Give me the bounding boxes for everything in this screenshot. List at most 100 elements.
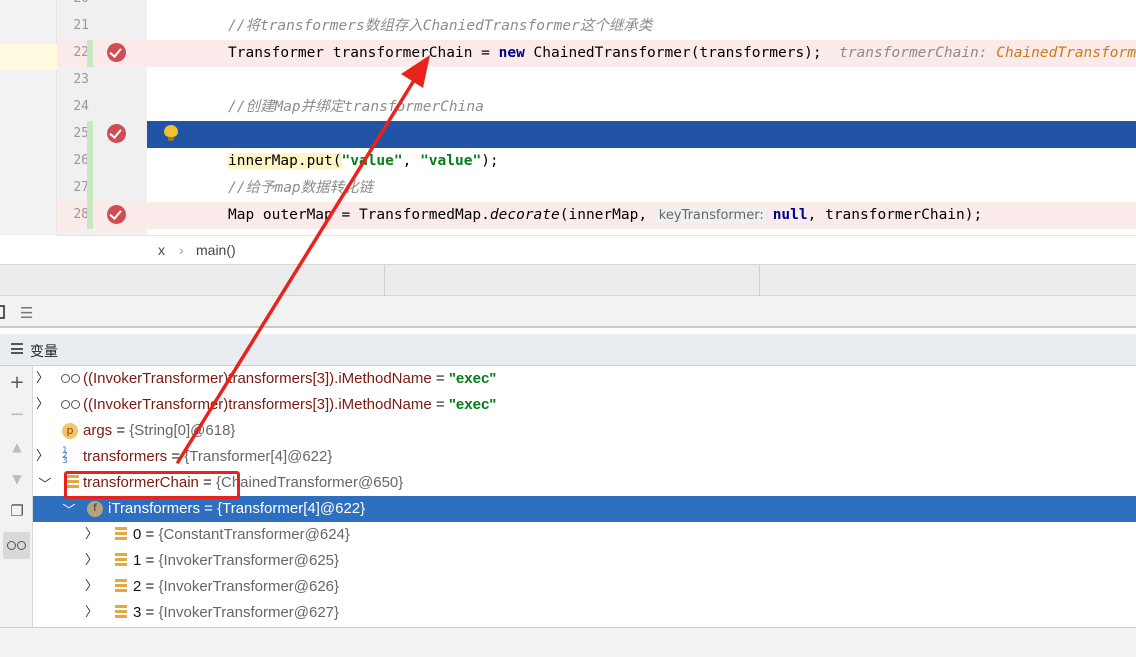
- collapse-arrow-icon[interactable]: 〉: [54, 503, 80, 517]
- gutter-line: 27: [57, 175, 147, 202]
- change-marker: [87, 202, 93, 229]
- watch-icon: [61, 400, 83, 410]
- object-icon: [115, 605, 127, 619]
- layout-icon[interactable]: ☰: [20, 304, 33, 322]
- lightbulb-icon[interactable]: [164, 125, 178, 142]
- variable-value: {Transformer[4]@622}: [217, 500, 366, 517]
- line-number: 20: [73, 0, 89, 6]
- change-marker: [87, 175, 93, 202]
- line-number: 24: [73, 99, 89, 114]
- debug-toolbar: ☰: [0, 296, 1136, 328]
- variables-title: 变量: [30, 343, 58, 359]
- variable-value: "exec": [448, 370, 497, 387]
- gutter-line: 21: [57, 13, 147, 40]
- move-down-icon[interactable]: ▼: [8, 470, 26, 488]
- variable-value: {Transformer[4]@622}: [184, 448, 333, 465]
- object-icon: [115, 579, 127, 593]
- parameter-icon: p: [62, 423, 78, 439]
- copy-icon[interactable]: ❐: [8, 502, 26, 520]
- gutter-line: 22: [57, 40, 147, 67]
- code-line: //给予map数据转化链: [228, 180, 374, 196]
- watch-row[interactable]: 〉 ((InvokerTransformer)transformers[3]).…: [33, 366, 1136, 392]
- variable-value: {String[0]@618}: [129, 422, 236, 439]
- parameter-hint: keyTransformer:: [655, 208, 767, 223]
- variable-value: {InvokerTransformer@625}: [158, 552, 340, 569]
- collapse-arrow-icon[interactable]: 〉: [30, 477, 56, 491]
- breakpoint-icon[interactable]: [107, 43, 126, 62]
- variables-side-toolbar: + − ▲ ▼ ❐: [0, 366, 33, 627]
- watch-icon: [61, 374, 83, 384]
- variable-name: ((InvokerTransformer)transformers[3]).iM…: [83, 370, 432, 387]
- variables-tree[interactable]: 〉 ((InvokerTransformer)transformers[3]).…: [33, 366, 1136, 627]
- variable-name: transformers: [83, 448, 168, 465]
- array-element-row[interactable]: 〉 0 = {ConstantTransformer@624}: [33, 522, 1136, 548]
- code-line: //将transformers数组存入ChaniedTransformer这个继…: [228, 18, 653, 34]
- breadcrumb-method[interactable]: main(): [196, 242, 236, 258]
- current-execution-line: Map innerMap = new HashMap();: [147, 121, 1136, 169]
- watch-row[interactable]: 〉 ((InvokerTransformer)transformers[3]).…: [33, 392, 1136, 418]
- variable-value: {InvokerTransformer@627}: [158, 604, 340, 621]
- gutter-line: 26: [57, 148, 147, 175]
- code-line: Map outerMap = TransformedMap.decorate(i…: [147, 202, 1136, 229]
- breadcrumb-class[interactable]: x: [158, 242, 165, 258]
- expand-arrow-icon[interactable]: 〉: [85, 548, 99, 574]
- variables-header: 变量: [0, 334, 1136, 366]
- gutter-line: 28: [57, 202, 147, 229]
- expand-arrow-icon[interactable]: 〉: [85, 600, 99, 626]
- array-icon: 123: [62, 446, 68, 466]
- expand-arrow-icon[interactable]: 〉: [36, 366, 50, 392]
- breakpoint-icon[interactable]: [107, 124, 126, 143]
- editor-gutter[interactable]: 20 21 22 23 24 25 26 27 28: [57, 0, 147, 235]
- expand-arrow-icon[interactable]: 〉: [36, 392, 50, 418]
- object-icon: [115, 553, 127, 567]
- code-line: //创建Map并绑定transformerChina: [228, 99, 484, 115]
- breakpoint-icon[interactable]: [107, 205, 126, 224]
- expand-arrow-icon[interactable]: 〉: [85, 522, 99, 548]
- variable-name: iTransformers: [108, 500, 200, 517]
- object-icon: [67, 475, 79, 489]
- array-element-row[interactable]: 〉 2 = {InvokerTransformer@626}: [33, 574, 1136, 600]
- code-area[interactable]: //将transformers数组存入ChaniedTransformer这个继…: [147, 0, 1136, 235]
- breadcrumb-separator: ›: [179, 242, 184, 258]
- field-icon: f: [87, 501, 103, 517]
- change-marker: [87, 148, 93, 175]
- object-icon: [115, 527, 127, 541]
- array-element-row[interactable]: 〉 3 = {InvokerTransformer@627}: [33, 600, 1136, 626]
- add-watch-icon[interactable]: +: [8, 374, 26, 392]
- change-marker: [87, 121, 93, 148]
- code-editor[interactable]: 20 21 22 23 24 25 26 27 28 //将transforme…: [0, 0, 1136, 235]
- expand-arrow-icon[interactable]: 〉: [36, 444, 50, 470]
- line-number: 23: [73, 72, 89, 87]
- change-marker: [87, 40, 93, 67]
- debug-tabs-bar: [0, 264, 1136, 296]
- variable-row[interactable]: 〉 transformerChain = {ChainedTransformer…: [33, 470, 1136, 496]
- expand-arrow-icon[interactable]: 〉: [85, 574, 99, 600]
- remove-watch-icon[interactable]: −: [8, 406, 26, 424]
- line-number: 21: [73, 18, 89, 33]
- divider: [384, 265, 385, 296]
- variable-value: {InvokerTransformer@626}: [158, 578, 340, 595]
- gutter-line: 20: [57, 0, 147, 13]
- code-line: Transformer transformerChain = new Chain…: [147, 40, 1136, 67]
- show-watches-icon[interactable]: [3, 532, 30, 559]
- array-element-row[interactable]: 〉 1 = {InvokerTransformer@625}: [33, 548, 1136, 574]
- gutter-line: 25: [57, 121, 147, 148]
- divider: [759, 265, 760, 296]
- code-line: innerMap.put("value", "value");: [228, 153, 499, 169]
- move-up-icon[interactable]: ▲: [8, 438, 26, 456]
- variable-name: transformerChain: [83, 474, 199, 491]
- frames-icon[interactable]: [0, 305, 5, 319]
- inline-debug-value: transformerChain:: [839, 45, 997, 61]
- status-bar: [0, 627, 1136, 657]
- project-panel-edge: [0, 0, 57, 235]
- variable-row[interactable]: 〉 123 transformers = {Transformer[4]@622…: [33, 444, 1136, 470]
- breadcrumb: x › main(): [57, 235, 1136, 264]
- variables-icon: [11, 343, 23, 354]
- variable-row-selected[interactable]: 〉 f iTransformers = {Transformer[4]@622}: [33, 496, 1136, 522]
- variable-value: {ChainedTransformer@650}: [216, 474, 404, 491]
- variable-name: ((InvokerTransformer)transformers[3]).iM…: [83, 396, 432, 413]
- gutter-line: 23: [57, 67, 147, 94]
- gutter-line: 24: [57, 94, 147, 121]
- variable-row[interactable]: p args = {String[0]@618}: [33, 418, 1136, 444]
- variable-value: {ConstantTransformer@624}: [158, 526, 350, 543]
